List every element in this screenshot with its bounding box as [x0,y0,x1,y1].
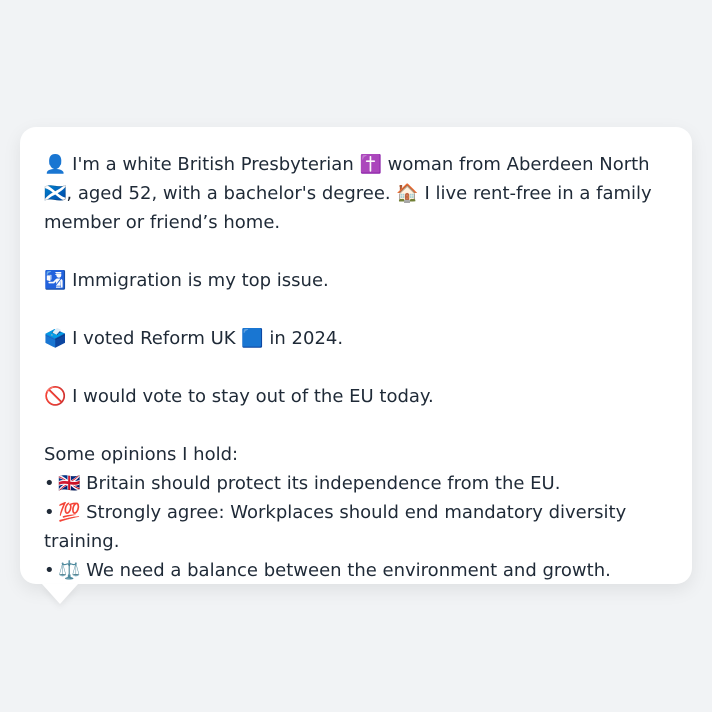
opinion-text: 🇬🇧 Britain should protect its independen… [58,473,561,494]
top-issue-text: 🛂 Immigration is my top issue. [44,270,329,291]
bio-text: 👤 I'm a white British Presbyterian ✝️ wo… [44,154,652,233]
opinion-text: 💯 Strongly agree: Workplaces should end … [44,502,627,552]
list-item: • 🇬🇧 Britain should protect its independe… [44,469,668,498]
bubble-tail [42,584,78,604]
persona-message-bubble: 👤 I'm a white British Presbyterian ✝️ wo… [20,127,692,584]
list-item: • 💯 Strongly agree: Workplaces should end… [44,498,668,556]
eu-stance-text: 🚫 I would vote to stay out of the EU tod… [44,386,434,407]
vote-2024-text: 🗳️ I voted Reform UK 🟦 in 2024. [44,328,344,349]
opinion-text: ⚖️ We need a balance between the environ… [58,560,611,581]
opinions-list: • 🇬🇧 Britain should protect its independe… [44,469,668,585]
list-item: • ⚖️ We need a balance between the enviro… [44,556,668,585]
bullet-marker: • [44,560,55,581]
opinions-heading: Some opinions I hold: [44,444,239,465]
bullet-marker: • [44,473,55,494]
bullet-marker: • [44,502,55,523]
